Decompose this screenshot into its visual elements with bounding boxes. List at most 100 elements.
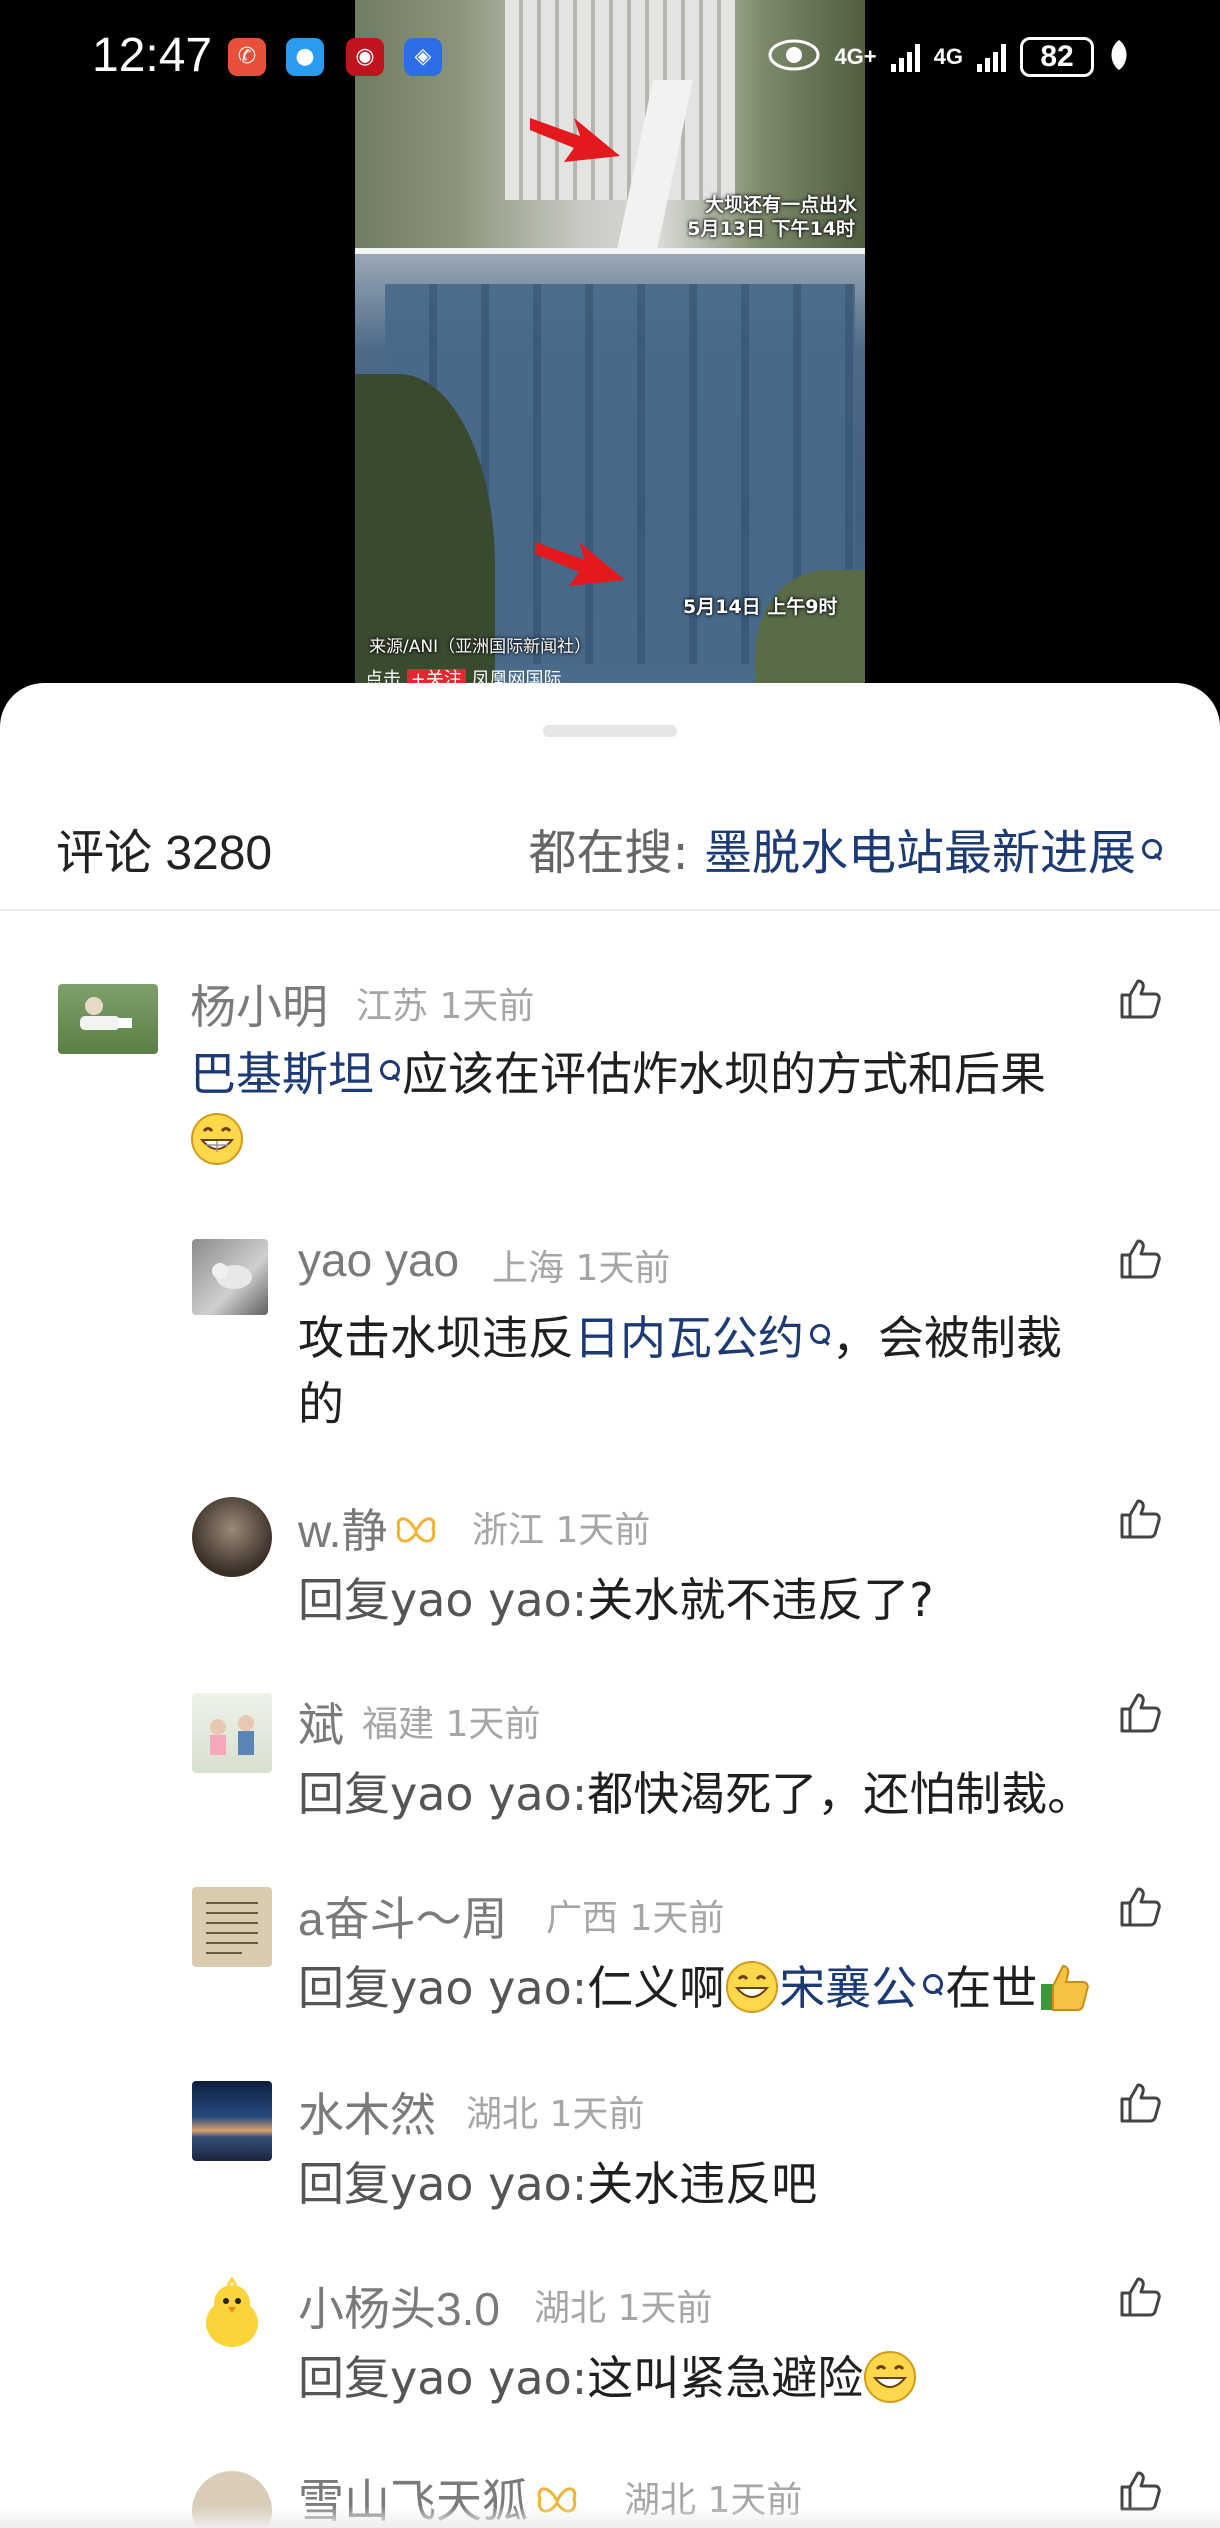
caption-bottom: 5月14日 上午9时 [683,596,838,618]
comment-body: 关水就不违反了? [587,1573,934,1627]
like-icon[interactable] [1118,977,1162,1021]
comment-region: 福建 [362,1704,435,1745]
sheet-drag-handle[interactable] [543,725,677,737]
comment-time: 1天前 [549,2094,645,2135]
comment-time: 1天前 [439,986,535,1027]
trending-search-keyword[interactable]: 墨脱水电站最新进展 [704,825,1136,881]
comment-time: 1天前 [617,2288,713,2329]
reply-prefix: 回复yao yao: [298,2157,588,2211]
alipay-icon: ◈ [404,38,442,76]
trending-search-label: 都在搜: [528,825,704,881]
red-arrow-icon [530,108,620,168]
like-icon[interactable] [1118,1691,1162,1735]
comment-text: 回复yao yao:关水就不违反了? [298,1567,1178,1633]
like-icon[interactable] [1118,1237,1162,1281]
message-icon: ● [286,38,324,76]
leaf-icon [1108,38,1130,76]
network-type-1: 4G+ [834,44,877,69]
bottom-shade [0,2506,1220,2528]
comment-region: 湖北 [466,2094,539,2135]
comment-region: 广西 [546,1898,619,1939]
signal-icon [890,42,920,72]
comment-body: 应该在评估炸水坝的方式和后果 [402,1047,1046,1101]
network-type-2: 4G [933,44,963,69]
red-arrow-icon [535,532,625,592]
eye-icon [768,38,820,76]
butterfly-badge-icon [397,1517,436,1543]
comment-time: 1天前 [555,1510,651,1551]
comment-body: 关水违反吧 [587,2157,818,2211]
comment-time: 1天前 [629,1898,725,1939]
comment-region: 湖北 [534,2288,607,2329]
comment-meta: 江苏 1天前 [356,977,534,1029]
comment-meta: 福建 1天前 [362,1695,540,1747]
search-icon [808,1322,832,1346]
comment-region: 江苏 [356,986,429,1027]
grinning-emoji-icon [726,1961,779,2013]
video-source: 来源/ANI（亚洲国际新闻社） [369,637,592,657]
comment-meta: 广西 1天前 [546,1889,724,1941]
comment-link[interactable]: 宋襄公 [779,1961,917,2015]
comment-time: 1天前 [445,1704,541,1745]
comment-text: 回复yao yao:都快渴死了，还怕制裁。 [298,1761,1178,1827]
like-icon[interactable] [1118,1885,1162,1929]
avatar[interactable] [58,984,158,1054]
reply-prefix: 回复yao yao: [298,1961,588,2015]
phone-icon: ✆ [228,38,266,76]
comment-text: 回复yao yao:这叫紧急避险 [298,2345,1178,2411]
comment-text: 回复yao yao:关水违反吧 [298,2151,1178,2217]
avatar[interactable] [192,2081,272,2161]
commenter-name[interactable]: yao yao [298,1233,459,1287]
comment-body: 攻击水坝违反 [298,1311,574,1365]
avatar[interactable] [192,1497,272,1577]
search-icon [1140,837,1164,861]
avatar[interactable] [192,1693,272,1773]
comment-body: 这叫紧急避险 [587,2351,864,2405]
comment-meta: 湖北 1天前 [534,2279,712,2331]
signal-icon [977,42,1006,72]
bank-icon: ◉ [346,38,384,76]
like-icon[interactable] [1118,2275,1162,2319]
battery-indicator: 82 [1020,37,1094,77]
comment-sheet[interactable]: 评论 3280 都在搜: 墨脱水电站最新进展 杨小明 江苏 1天前 3183 巴… [0,683,1220,2528]
status-indicators: 4G+ 4G 82 [768,34,1130,80]
like-icon[interactable] [1118,2081,1162,2125]
comment-body: 仁义啊 [587,1961,726,2015]
thumbs-up-emoji-icon [1041,1964,1090,2011]
comment-header: 评论 3280 都在搜: 墨脱水电站最新进展 [0,783,1220,911]
comment-link[interactable]: 日内瓦公约 [574,1311,804,1365]
comment-meta: 上海 1天前 [492,1239,670,1291]
comment-text: 巴基斯坦 应该在评估炸水坝的方式和后果 [190,1041,1170,1173]
search-icon [921,1972,945,1996]
status-bar: 12:47 ✆ ● ◉ ◈ 4G+ 4G 82 [0,0,1220,110]
commenter-name[interactable]: 杨小明 [190,971,328,1037]
comments-count: 评论 3280 [56,827,273,880]
commenter-name-text: w.静 [298,1505,388,1557]
comment-region: 上海 [492,1248,565,1289]
commenter-name[interactable]: w.静 [298,1495,439,1561]
comment-body-line2: 的 [298,1377,344,1431]
comment-link[interactable]: 巴基斯坦 [190,1047,374,1101]
status-time: 12:47 [92,29,213,82]
comment-time: 1天前 [575,1248,671,1289]
avatar[interactable] [192,2277,272,2357]
reply-prefix: 回复yao yao: [298,1767,588,1821]
caption-top-line2: 5月13日 下午14时 [687,218,855,240]
grinning-emoji-icon [191,1113,243,1165]
search-icon [378,1058,402,1082]
avatar[interactable] [192,1239,268,1315]
comment-body: ，会被制裁 [832,1311,1062,1365]
comment-region: 浙江 [472,1510,545,1551]
commenter-name[interactable]: 水木然 [298,2079,436,2145]
commenter-name[interactable]: 小杨头3.0 [298,2273,500,2339]
like-icon[interactable] [1118,1497,1162,1541]
commenter-name[interactable]: a奋斗～周 [298,1883,508,1949]
reply-prefix: 回复yao yao: [298,2351,588,2405]
comment-body: 都快渴死了，还怕制裁。 [587,1767,1094,1821]
comment-text: 攻击水坝违反日内瓦公约 ，会被制裁 的 [298,1305,1178,1437]
caption-top-line1: 大坝还有一点出水 [704,194,857,216]
commenter-name[interactable]: 斌 [298,1689,344,1755]
avatar[interactable] [192,1887,272,1967]
trending-search[interactable]: 都在搜: 墨脱水电站最新进展 [529,813,1164,883]
comment-meta: 湖北 1天前 [466,2085,644,2137]
